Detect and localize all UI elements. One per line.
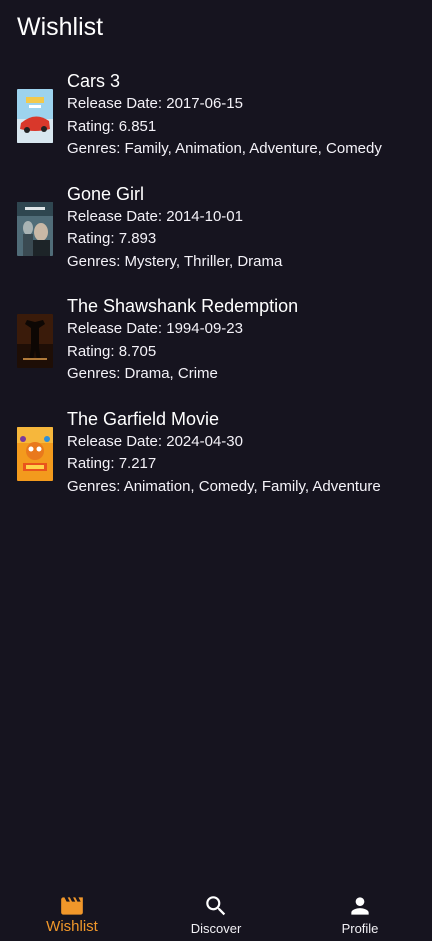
movie-info: Cars 3 Release Date: 2017-06-15 Rating: … <box>67 68 427 161</box>
genres: Genres: Family, Animation, Adventure, Co… <box>67 138 427 161</box>
release-value: 1994-09-23 <box>166 320 243 337</box>
release-value: 2024-04-30 <box>166 432 243 450</box>
nav-item-discover[interactable]: Discover <box>144 885 288 941</box>
list-item[interactable]: The Garfield Movie Release Date: 2024-04… <box>0 406 432 519</box>
rating-value: 8.705 <box>118 342 157 360</box>
genres-label: Genres: <box>67 140 125 157</box>
search-icon <box>203 893 229 919</box>
release-label: Release Date: <box>67 432 167 450</box>
genres-label: Genres: <box>67 365 125 382</box>
genres-value: Family, Animation, Adventure, Comedy <box>124 140 382 157</box>
release-date: Release Date: 2024-04-30 <box>67 431 427 454</box>
release-date: Release Date: 2017-06-15 <box>67 93 427 116</box>
rating-label: Rating: <box>67 117 119 135</box>
poster-image <box>17 426 53 481</box>
release-value: 2014-10-01 <box>166 207 243 225</box>
movie-title: Gone Girl <box>67 183 145 204</box>
genres-value: Animation, Comedy, Family, Adventure <box>123 477 381 495</box>
person-icon <box>347 893 373 919</box>
rating: Rating: 8.705 <box>67 341 427 364</box>
wishlist-list: Cars 3 Release Date: 2017-06-15 Rating: … <box>0 68 432 518</box>
genres: Genres: Drama, Crime <box>67 363 427 386</box>
genres-label: Genres: <box>67 477 124 495</box>
nav-label-discover: Discover <box>190 921 242 936</box>
nav-item-wishlist[interactable]: Wishlist <box>0 885 144 941</box>
nav-label-profile: Profile <box>341 921 379 936</box>
genres-value: Mystery, Thriller, Drama <box>124 252 283 270</box>
page-title: Wishlist <box>17 13 104 41</box>
movie-title: The Garfield Movie <box>67 408 220 429</box>
bottom-navigation: Wishlist Discover Profile <box>0 885 432 941</box>
release-value: 2017-06-15 <box>166 95 243 112</box>
nav-label-wishlist: Wishlist <box>46 918 98 935</box>
release-date: Release Date: 1994-09-23 <box>67 318 427 341</box>
nav-item-profile[interactable]: Profile <box>288 885 432 941</box>
movie-title: The Shawshank Redemption <box>67 296 299 316</box>
list-item[interactable]: Gone Girl Release Date: 2014-10-01 Ratin… <box>0 181 432 294</box>
genres: Genres: Animation, Comedy, Family, Adven… <box>67 476 427 499</box>
release-date: Release Date: 2014-10-01 <box>67 206 427 229</box>
app-bar: Wishlist <box>0 0 432 56</box>
rating-value: 6.851 <box>118 117 157 135</box>
rating-value: 7.893 <box>118 230 157 247</box>
poster-image <box>17 314 53 368</box>
list-item[interactable]: Cars 3 Release Date: 2017-06-15 Rating: … <box>0 68 432 181</box>
release-label: Release Date: <box>67 207 167 225</box>
movie-clapper-icon <box>59 893 85 919</box>
rating-label: Rating: <box>67 230 119 247</box>
movie-info: Gone Girl Release Date: 2014-10-01 Ratin… <box>67 181 427 274</box>
movie-info: The Shawshank Redemption Release Date: 1… <box>67 293 427 386</box>
release-label: Release Date: <box>67 320 167 337</box>
genres-value: Drama, Crime <box>124 365 218 382</box>
genres: Genres: Mystery, Thriller, Drama <box>67 251 427 274</box>
movie-info: The Garfield Movie Release Date: 2024-04… <box>67 406 427 499</box>
rating: Rating: 7.893 <box>67 228 427 251</box>
rating-label: Rating: <box>67 342 119 360</box>
list-item[interactable]: The Shawshank Redemption Release Date: 1… <box>0 293 432 406</box>
release-label: Release Date: <box>67 95 167 112</box>
rating: Rating: 7.217 <box>67 453 427 476</box>
poster-image <box>17 201 53 256</box>
rating: Rating: 6.851 <box>67 116 427 139</box>
genres-label: Genres: <box>67 252 125 270</box>
rating-label: Rating: <box>67 455 119 472</box>
rating-value: 7.217 <box>118 455 157 472</box>
poster-image <box>17 89 53 143</box>
movie-title: Cars 3 <box>67 71 121 91</box>
